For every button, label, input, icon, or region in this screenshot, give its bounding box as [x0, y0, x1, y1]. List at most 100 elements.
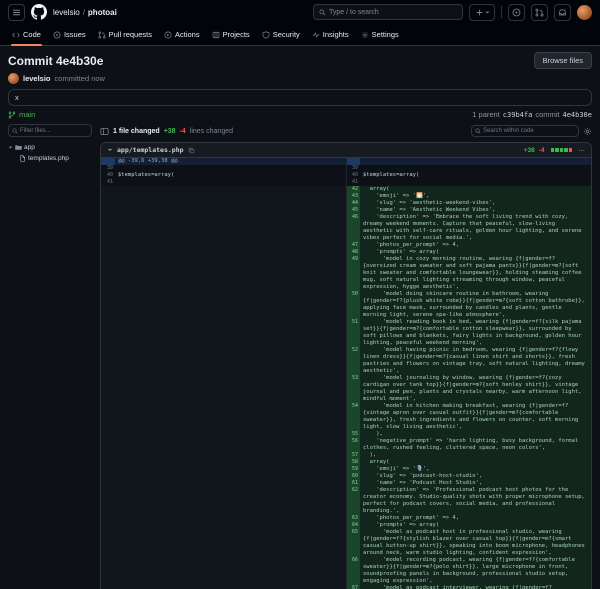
line-number-old[interactable] — [101, 214, 115, 242]
line-number-old[interactable] — [101, 522, 115, 529]
breadcrumb-owner[interactable]: levelsio — [53, 8, 80, 17]
inbox-icon-button[interactable] — [554, 4, 571, 21]
code-line-new: 'model in kitchen making breakfast, wear… — [360, 403, 591, 431]
code-line-old — [115, 375, 346, 403]
sidebar-collapse-icon[interactable] — [100, 127, 109, 136]
copy-icon[interactable] — [188, 147, 195, 154]
chevron-down-icon[interactable] — [107, 147, 113, 153]
line-number-new[interactable]: 52 — [346, 347, 360, 375]
code-line-new: 'negative_prompt' => 'harsh lighting, bu… — [360, 438, 591, 452]
tree-folder-app[interactable]: app — [8, 142, 92, 153]
line-number-old[interactable] — [101, 256, 115, 291]
filter-files-input[interactable]: Filter files... — [8, 124, 92, 137]
line-number-new[interactable]: 42 — [346, 186, 360, 193]
line-number-new[interactable]: 63 — [346, 515, 360, 522]
line-number-old[interactable] — [101, 557, 115, 585]
tab-issues[interactable]: Issues — [47, 24, 92, 45]
line-number-new[interactable]: 66 — [346, 557, 360, 585]
code-line-old — [115, 480, 346, 487]
line-number-old[interactable] — [101, 319, 115, 347]
hamburger-menu-button[interactable] — [8, 4, 25, 21]
line-number-new[interactable]: 64 — [346, 522, 360, 529]
line-number-new[interactable]: 44 — [346, 200, 360, 207]
diff-settings-gear-icon[interactable] — [583, 127, 592, 136]
line-number-new[interactable]: 59 — [346, 466, 360, 473]
line-number-new[interactable]: 65 — [346, 529, 360, 557]
line-number-old[interactable] — [101, 515, 115, 522]
search-within-code-input[interactable]: Search within code — [471, 125, 579, 137]
tab-insights[interactable]: Insights — [306, 24, 355, 45]
global-search-input[interactable]: Type / to search — [313, 4, 463, 20]
kebab-menu-icon[interactable] — [578, 147, 585, 154]
line-number-old[interactable] — [101, 207, 115, 214]
line-number-new[interactable]: 41 — [346, 179, 360, 186]
author-avatar[interactable] — [8, 73, 19, 84]
line-number-new[interactable]: 57 — [346, 452, 360, 459]
line-number-old[interactable]: 41 — [101, 179, 115, 186]
line-number-new[interactable]: 56 — [346, 438, 360, 452]
author-name[interactable]: levelsio — [23, 74, 51, 83]
line-number-old[interactable] — [101, 431, 115, 438]
tree-file-templates[interactable]: templates.php — [8, 153, 92, 164]
line-number-old[interactable] — [101, 200, 115, 207]
file-path[interactable]: app/templates.php — [117, 146, 184, 154]
line-number-old[interactable]: 39 — [101, 165, 115, 172]
tab-projects[interactable]: Projects — [206, 24, 256, 45]
line-number-new[interactable]: 51 — [346, 319, 360, 347]
pull-requests-icon-button[interactable] — [531, 4, 548, 21]
line-number-old[interactable] — [101, 291, 115, 319]
line-number-new[interactable]: 60 — [346, 473, 360, 480]
line-number-new[interactable]: 43 — [346, 193, 360, 200]
line-number-new[interactable]: 50 — [346, 291, 360, 319]
line-number-new[interactable]: 46 — [346, 214, 360, 242]
line-number-old[interactable] — [101, 529, 115, 557]
tab-code[interactable]: Code — [6, 24, 47, 45]
tab-security[interactable]: Security — [256, 24, 306, 45]
line-number-new[interactable]: 55 — [346, 431, 360, 438]
line-number-old[interactable] — [101, 438, 115, 452]
parent-sha-link[interactable]: c39b4fa — [503, 111, 533, 119]
user-avatar[interactable] — [577, 5, 592, 20]
line-number-old[interactable] — [101, 193, 115, 200]
line-number-old[interactable] — [101, 347, 115, 375]
line-number-old[interactable] — [101, 403, 115, 431]
tab-pull-requests[interactable]: Pull requests — [92, 24, 158, 45]
line-number-old[interactable] — [101, 249, 115, 256]
line-number-old[interactable] — [101, 375, 115, 403]
line-number-new[interactable]: 58 — [346, 459, 360, 466]
line-number-new[interactable]: 53 — [346, 375, 360, 403]
line-number-old[interactable]: 40 — [101, 172, 115, 179]
line-number-new[interactable]: 47 — [346, 242, 360, 249]
line-number-old[interactable] — [101, 459, 115, 466]
line-number-new[interactable]: 61 — [346, 480, 360, 487]
line-number-new[interactable]: 39 — [346, 165, 360, 172]
branch-indicator[interactable]: main — [8, 110, 35, 119]
diff-toolbar: 1 file changed +38 -4 lines changed Sear… — [100, 124, 592, 138]
line-number-old[interactable] — [101, 585, 115, 589]
line-number-new[interactable]: 40 — [346, 172, 360, 179]
line-number-new[interactable]: 49 — [346, 256, 360, 291]
line-number-new[interactable]: 48 — [346, 249, 360, 256]
line-number-new[interactable]: 45 — [346, 207, 360, 214]
breadcrumb-repo[interactable]: photoai — [88, 8, 117, 17]
line-number-old[interactable] — [101, 473, 115, 480]
diff-grid: @@ -39,6 +39,38 @@393940$templates=array… — [101, 158, 591, 589]
line-number-old[interactable] — [101, 480, 115, 487]
file-diff-header: app/templates.php +38 -4 — [101, 143, 591, 158]
tab-actions[interactable]: Actions — [158, 24, 206, 45]
create-new-button[interactable] — [469, 4, 495, 21]
line-number-old[interactable] — [101, 452, 115, 459]
line-number-old[interactable] — [101, 242, 115, 249]
code-line-new: 'model reading book in bed, wearing {f|g… — [360, 319, 591, 347]
line-number-new[interactable]: 67 — [346, 585, 360, 589]
line-number-old[interactable] — [101, 186, 115, 193]
line-number-new[interactable]: 62 — [346, 487, 360, 515]
line-number-old[interactable] — [101, 466, 115, 473]
expand-hunk-button[interactable] — [101, 158, 115, 165]
github-logo[interactable] — [31, 4, 47, 20]
line-number-new[interactable]: 54 — [346, 403, 360, 431]
issues-icon-button[interactable] — [508, 4, 525, 21]
line-number-old[interactable] — [101, 487, 115, 515]
browse-files-button[interactable]: Browse files — [534, 52, 592, 69]
tab-settings[interactable]: Settings — [355, 24, 405, 45]
